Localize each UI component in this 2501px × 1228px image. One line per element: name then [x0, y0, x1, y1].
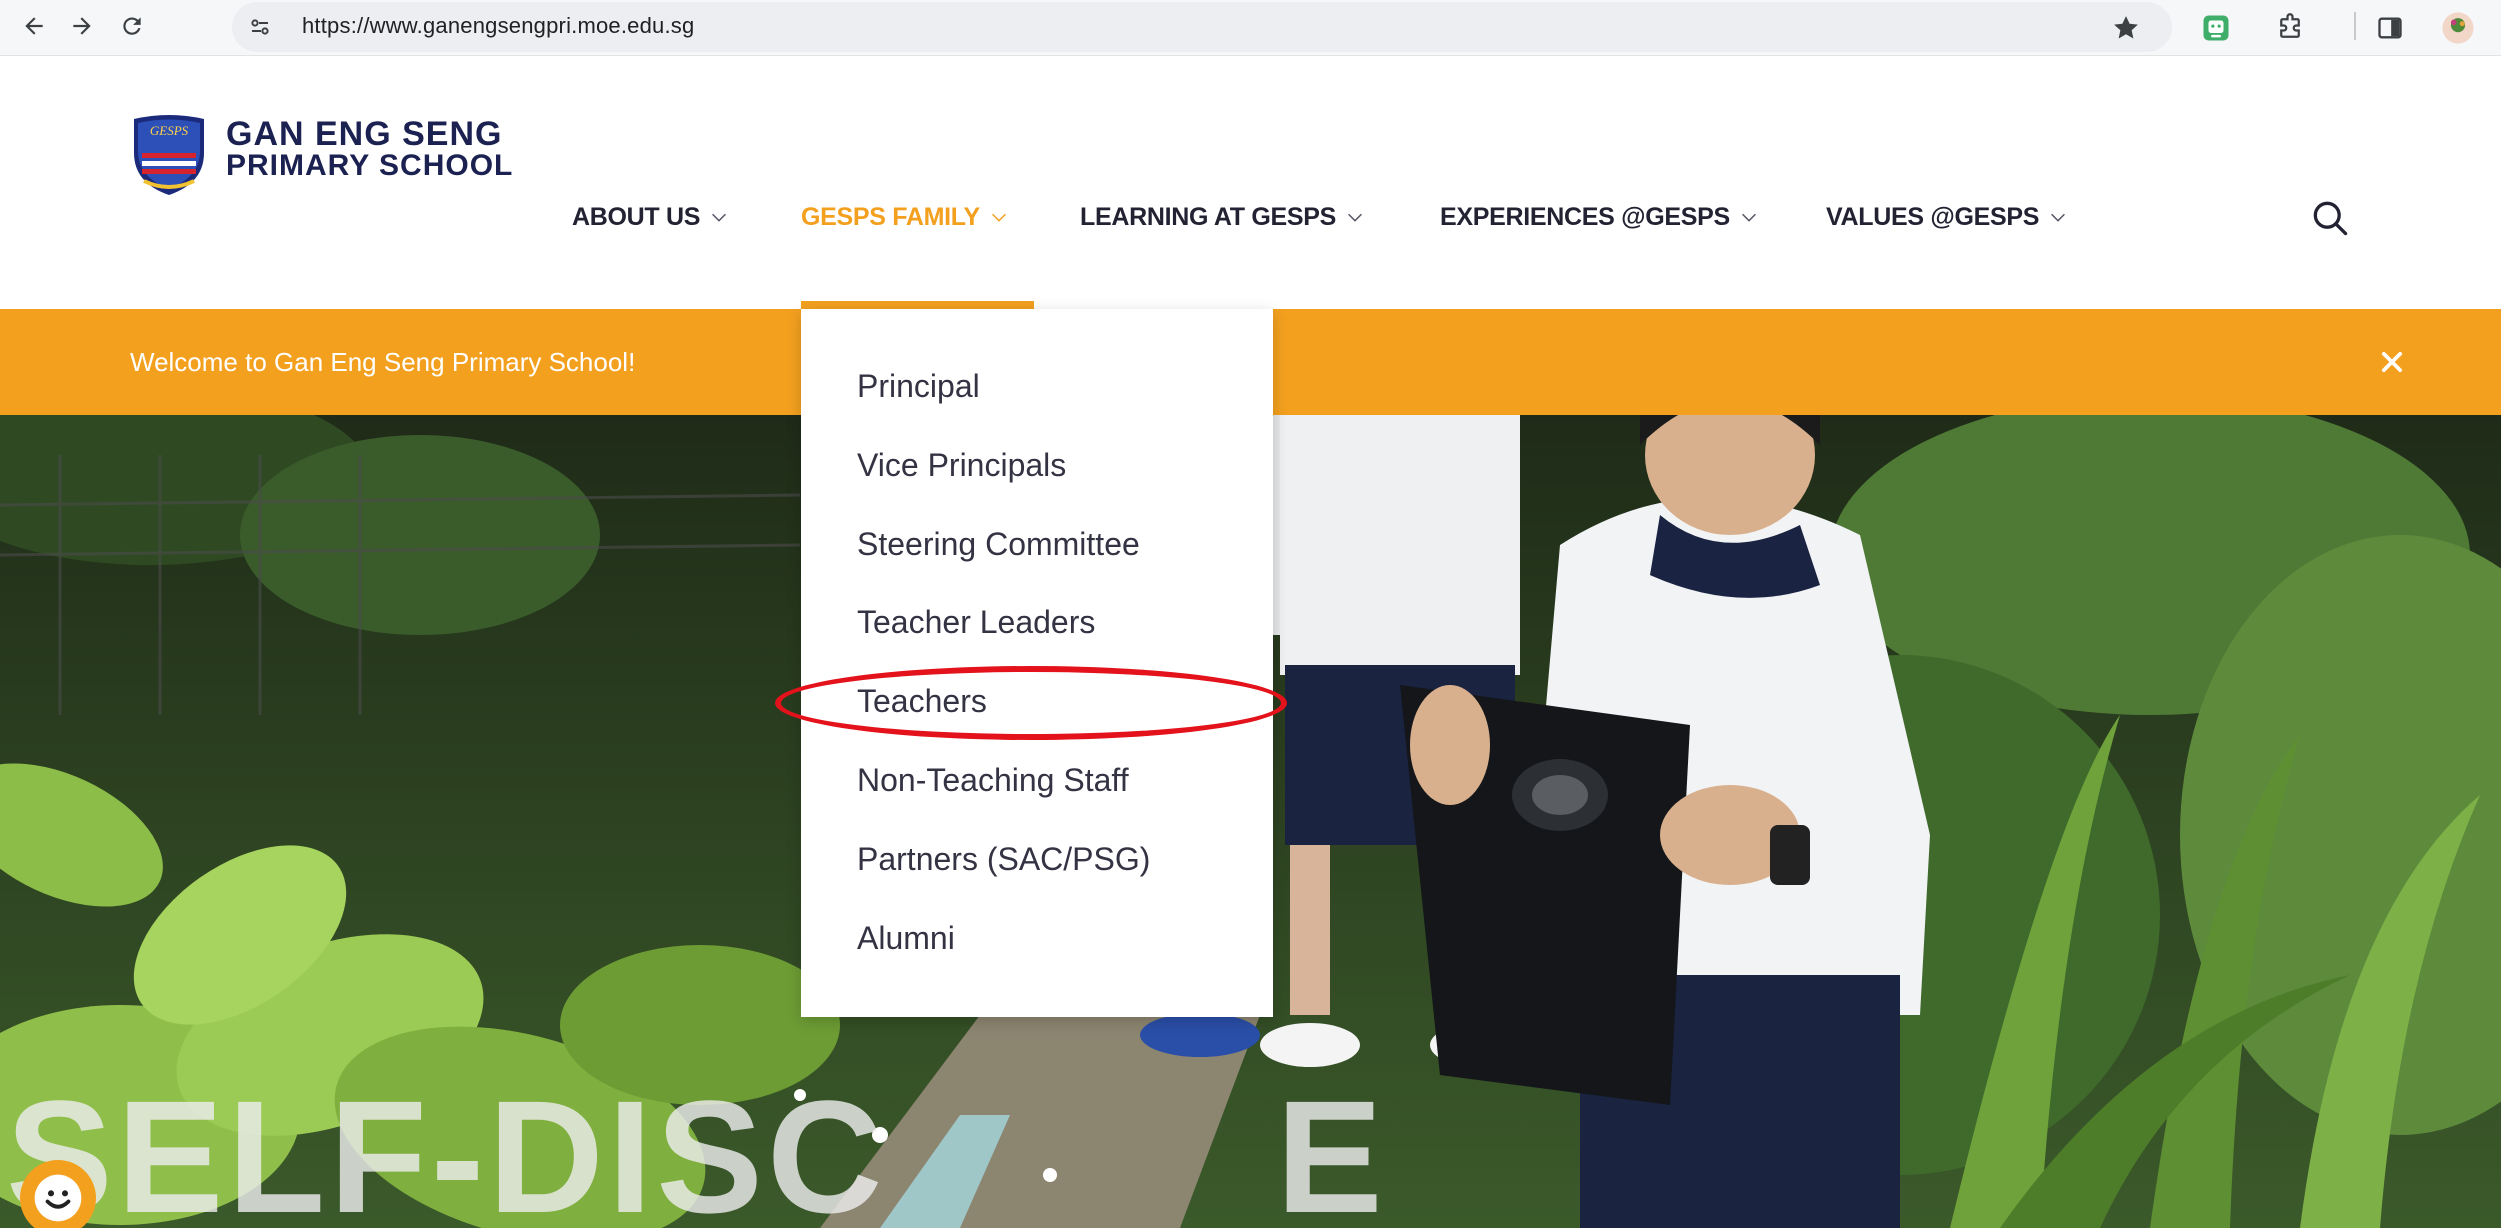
extension-app-icon: [2203, 15, 2229, 41]
hero-title-tail: E: [1276, 1067, 1383, 1228]
banner-close-button[interactable]: [2370, 340, 2414, 384]
reload-button[interactable]: [112, 6, 152, 46]
dropdown-item-alumni[interactable]: Alumni: [857, 920, 955, 957]
reload-icon: [123, 17, 141, 35]
toolbar-separator: [2354, 12, 2356, 40]
dropdown-item-partners[interactable]: Partners (SAC/PSG): [857, 841, 1150, 878]
profile-button[interactable]: [2438, 8, 2478, 48]
smiley-icon: [34, 1174, 82, 1222]
browser-toolbar: https://www.ganengsengpri.moe.edu.sg: [0, 0, 2501, 56]
tune-icon: [251, 19, 269, 35]
chat-widget-button[interactable]: [20, 1160, 96, 1228]
avatar-icon: [2442, 12, 2474, 44]
site-info-button[interactable]: [242, 9, 278, 45]
puzzle-icon: [2280, 13, 2300, 38]
nav-gesps-family[interactable]: GESPS FAMILY: [801, 197, 1010, 237]
extensions-menu-button[interactable]: [2270, 8, 2310, 48]
nav-label: EXPERIENCES @GESPS: [1440, 202, 1730, 231]
nav-learning-at-gesps[interactable]: LEARNING AT GESPS: [1080, 197, 1366, 237]
dropdown-item-teachers[interactable]: Teachers: [857, 683, 987, 720]
search-icon[interactable]: [2308, 196, 2352, 240]
arrow-right-icon: [73, 17, 91, 35]
nav-active-indicator: [801, 301, 1034, 309]
side-panel-icon: [2378, 17, 2402, 39]
hero-title: SELF-DISC: [6, 1065, 886, 1228]
banner-text: Welcome to Gan Eng Seng Primary School!: [130, 347, 636, 377]
dropdown-item-teacher-leaders[interactable]: Teacher Leaders: [857, 604, 1095, 641]
address-bar[interactable]: https://www.ganengsengpri.moe.edu.sg: [232, 2, 2172, 52]
chevron-down-icon: [1348, 213, 1362, 222]
school-name-logo[interactable]: GAN ENG SENG PRIMARY SCHOOL: [226, 115, 514, 182]
nav-label: LEARNING AT GESPS: [1080, 202, 1337, 231]
svg-text:GESPS: GESPS: [150, 123, 189, 138]
nav-about-us[interactable]: ABOUT US: [572, 197, 730, 237]
dropdown-item-steering-committee[interactable]: Steering Committee: [857, 526, 1140, 563]
nav-label: GESPS FAMILY: [801, 202, 980, 231]
dropdown-item-non-teaching-staff[interactable]: Non-Teaching Staff: [857, 762, 1129, 799]
nav-label: ABOUT US: [572, 202, 701, 231]
forward-button[interactable]: [62, 6, 102, 46]
side-panel-button[interactable]: [2370, 8, 2410, 48]
school-name-line1: GAN ENG SENG: [226, 115, 503, 153]
chevron-down-icon: [2051, 213, 2066, 222]
close-icon: [2381, 351, 2403, 373]
arrow-left-icon: [25, 17, 43, 35]
chevron-down-icon: [1741, 213, 1756, 222]
dropdown-item-vice-principals[interactable]: Vice Principals: [857, 447, 1066, 484]
dropdown-item-principal[interactable]: Principal: [857, 368, 980, 405]
bookmark-button[interactable]: [2106, 8, 2146, 48]
nav-label: VALUES @GESPS: [1826, 202, 2040, 231]
star-icon: [2114, 16, 2138, 39]
school-name-line2: PRIMARY SCHOOL: [226, 149, 514, 182]
hero-title-main: SELF-DISC: [6, 1067, 887, 1228]
extension-button[interactable]: [2196, 8, 2236, 48]
school-crest-logo[interactable]: GESPS: [130, 113, 208, 197]
url-text[interactable]: https://www.ganengsengpri.moe.edu.sg: [302, 13, 694, 39]
gesps-family-dropdown: [801, 309, 1273, 1017]
site-header: [0, 57, 2501, 309]
back-button[interactable]: [14, 6, 54, 46]
chevron-down-icon: [712, 213, 727, 222]
chevron-down-icon: [991, 213, 1006, 222]
nav-values-gesps[interactable]: VALUES @GESPS: [1826, 197, 2069, 237]
nav-experiences-gesps[interactable]: EXPERIENCES @GESPS: [1440, 197, 1760, 237]
